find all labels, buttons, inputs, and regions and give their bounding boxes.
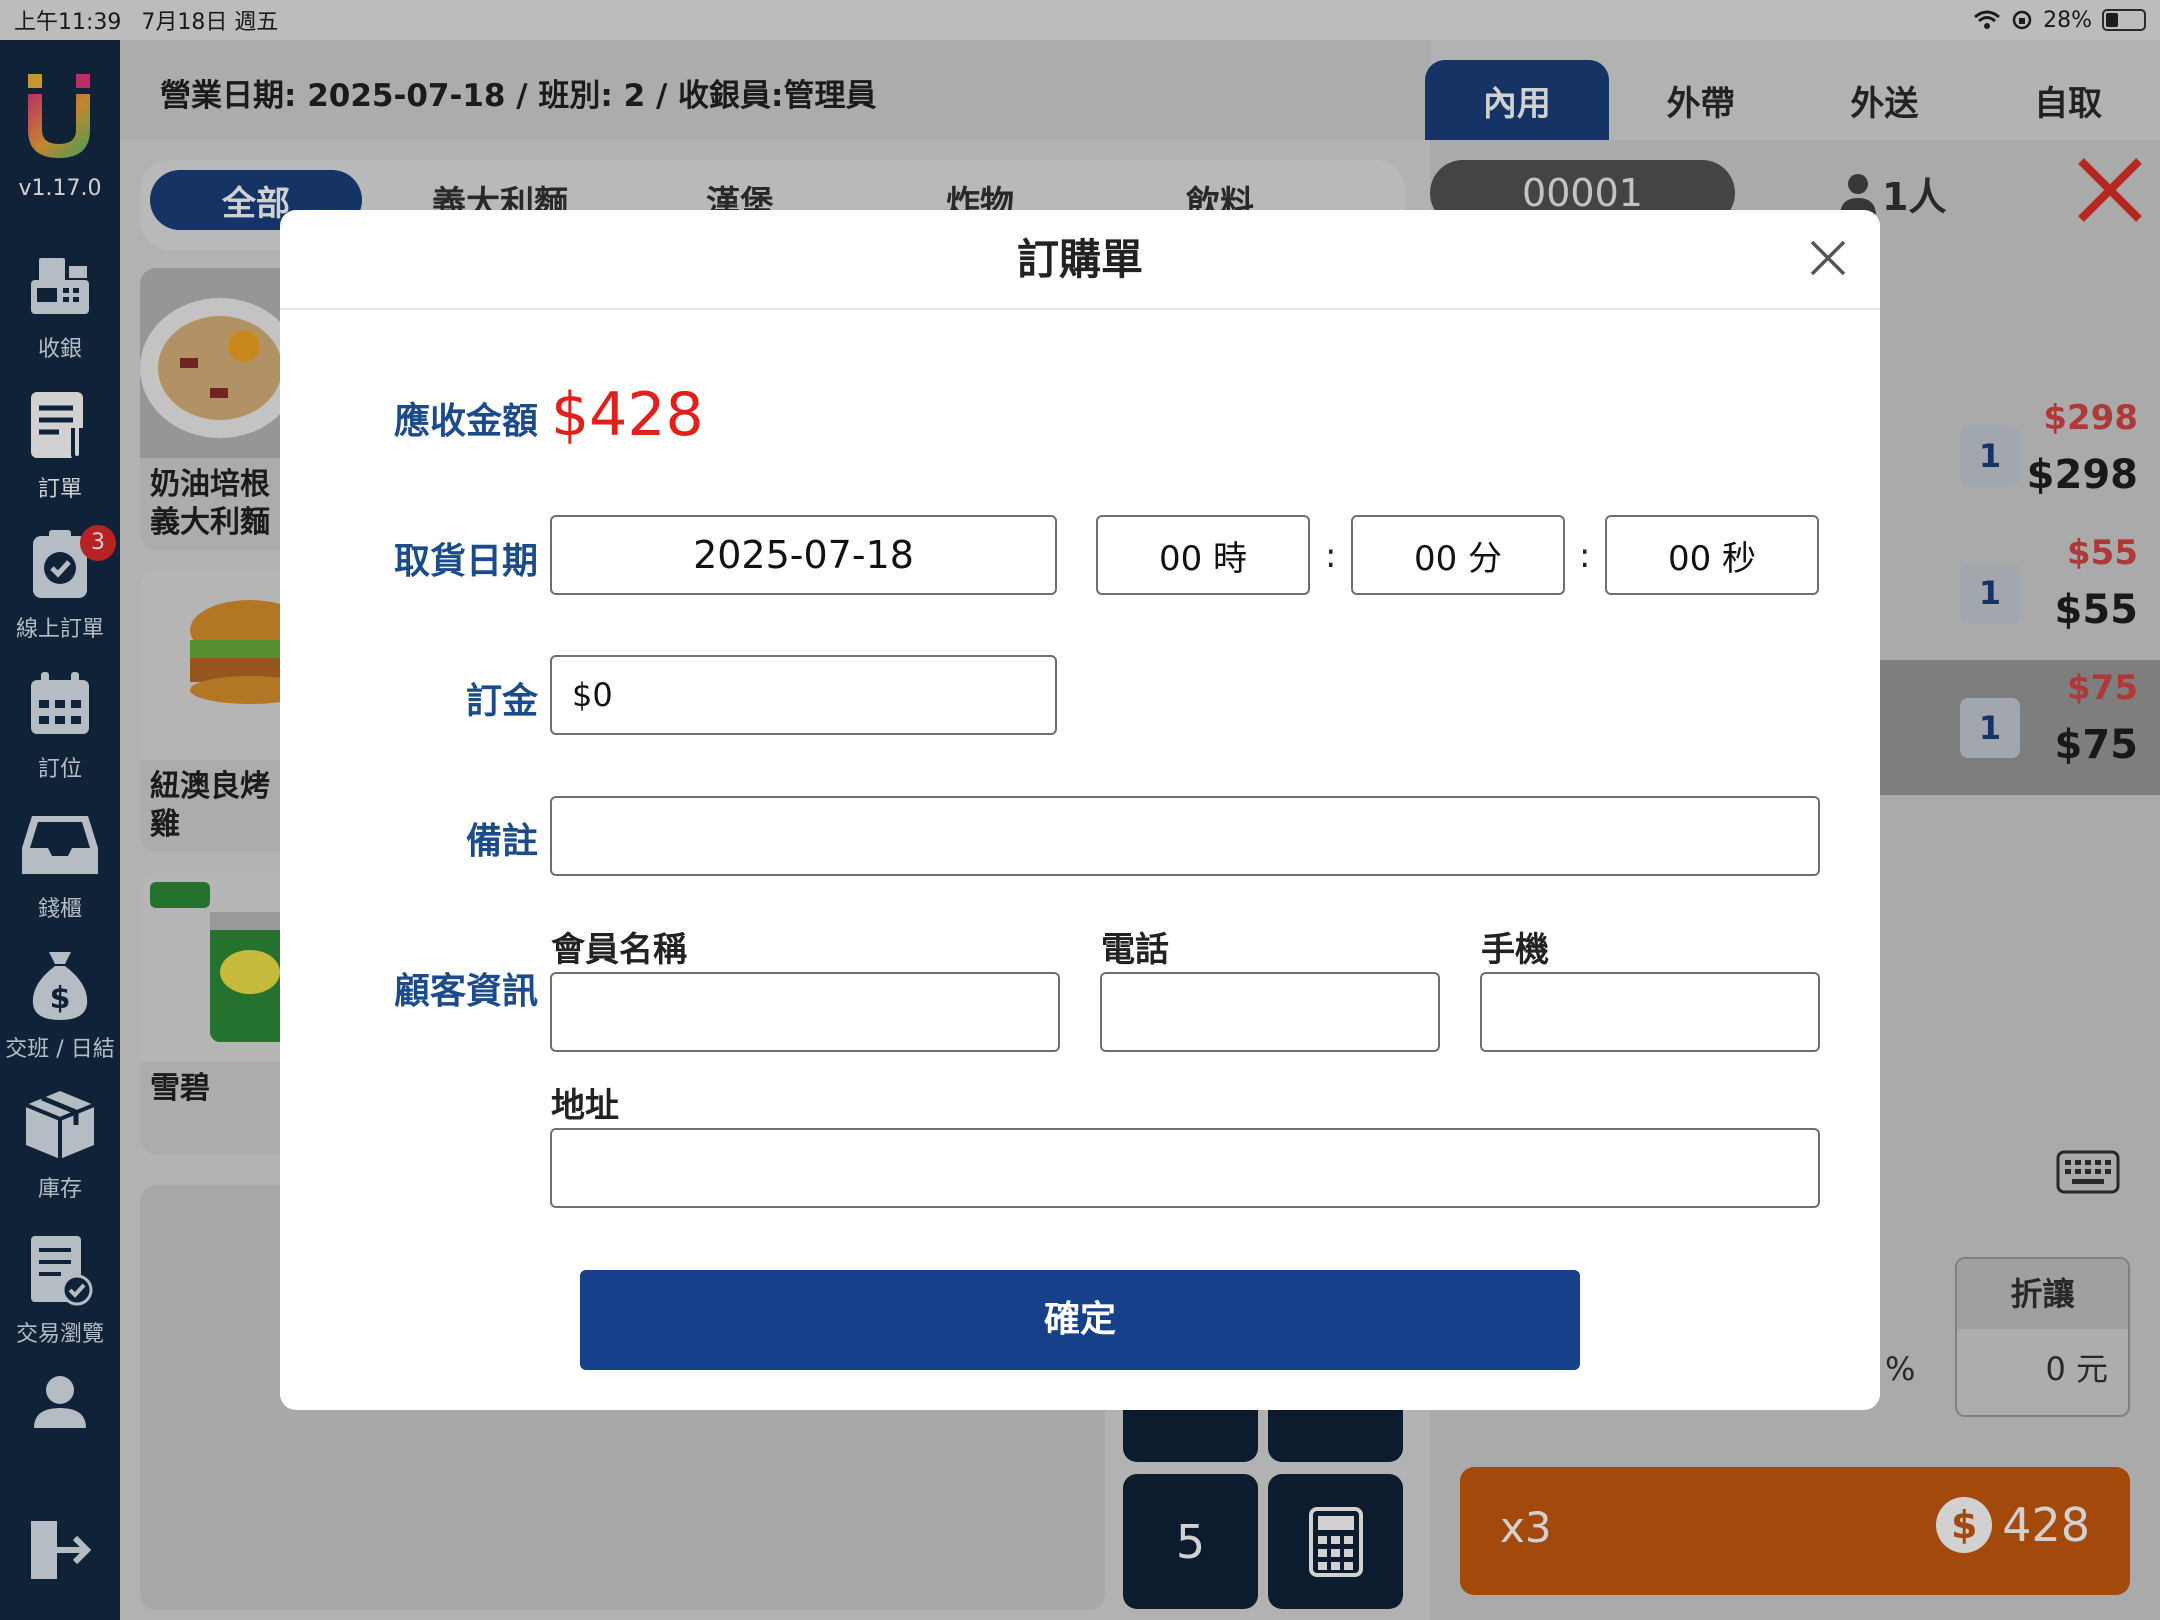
phone-label: 電話 — [1101, 930, 1169, 970]
deposit-label: 訂金 — [465, 681, 538, 722]
hour-field[interactable]: 00 時 — [1096, 515, 1310, 595]
note-field[interactable] — [550, 796, 1820, 876]
member-name-label: 會員名稱 — [551, 930, 687, 970]
mobile-label: 手機 — [1481, 930, 1549, 970]
modal-close-icon[interactable] — [1808, 238, 1848, 278]
deposit-field[interactable]: $0 — [550, 655, 1057, 735]
pickup-date-field[interactable]: 2025-07-18 — [550, 515, 1057, 595]
note-label: 備註 — [465, 821, 538, 862]
amount-label: 應收金額 — [393, 401, 538, 442]
address-field[interactable] — [550, 1128, 1820, 1208]
amount-due: $428 — [551, 380, 704, 450]
customer-info-label: 顧客資訊 — [393, 971, 538, 1012]
order-form-modal: 訂購單 應收金額 $428 取貨日期 2025-07-18 00 時 : 00 … — [280, 210, 1880, 1410]
pickup-date-label: 取貨日期 — [393, 541, 538, 582]
second-field[interactable]: 00 秒 — [1605, 515, 1819, 595]
minute-field[interactable]: 00 分 — [1351, 515, 1565, 595]
time-separator: : — [1579, 536, 1591, 576]
address-label: 地址 — [551, 1086, 619, 1126]
member-name-field[interactable] — [550, 972, 1060, 1052]
phone-field[interactable] — [1100, 972, 1440, 1052]
modal-title: 訂購單 — [280, 210, 1880, 310]
time-separator: : — [1325, 536, 1337, 576]
mobile-field[interactable] — [1480, 972, 1820, 1052]
confirm-button[interactable]: 確定 — [580, 1270, 1580, 1370]
